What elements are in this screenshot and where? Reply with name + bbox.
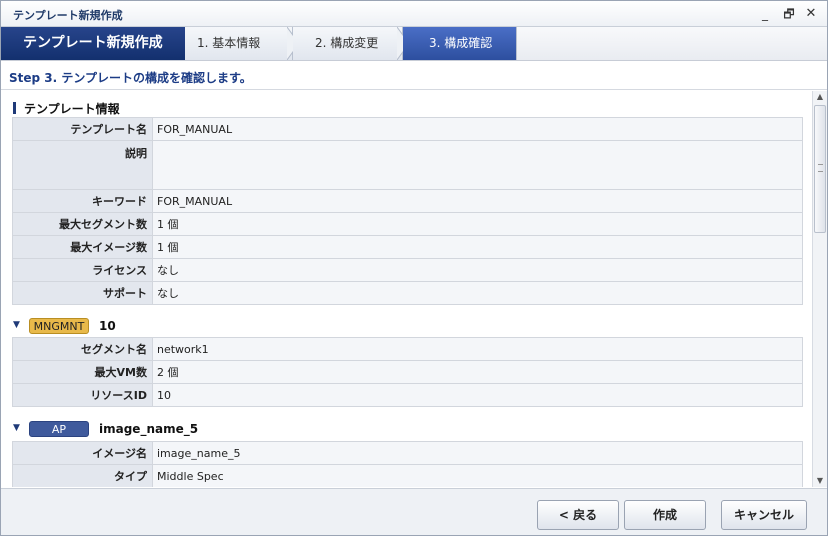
collapse-triangle-icon[interactable]: ▼ — [13, 423, 20, 433]
field-value: なし — [152, 281, 803, 305]
segment-type-badge: MNGMNT — [29, 318, 89, 334]
wizard-step-basic-info: 1. 基本情報 — [185, 27, 293, 60]
table-row: テンプレート名 FOR_MANUAL — [12, 117, 803, 141]
field-label: 最大セグメント数 — [12, 212, 153, 236]
template-create-window: テンプレート新規作成 _ 🗗 ✕ テンプレート新規作成 1. 基本情報 2. 構… — [0, 0, 828, 536]
image-group-header[interactable]: ▼ AP image_name_5 — [13, 421, 313, 437]
table-row: 最大セグメント数 1 個 — [12, 212, 803, 236]
dialog-footer: < 戻る 作成 キャンセル — [1, 488, 827, 535]
field-value: network1 — [152, 337, 803, 361]
title-bar: テンプレート新規作成 _ 🗗 ✕ — [1, 1, 827, 27]
table-row: セグメント名 network1 — [12, 337, 803, 361]
wizard-step-bar: テンプレート新規作成 1. 基本情報 2. 構成変更 3. 構成確認 — [1, 27, 827, 61]
field-value: FOR_MANUAL — [152, 117, 803, 141]
collapse-triangle-icon[interactable]: ▼ — [13, 320, 20, 330]
wizard-step-config-confirm: 3. 構成確認 — [403, 27, 517, 60]
template-info-table: テンプレート名 FOR_MANUAL 説明 キーワード FOR_MANUAL 最大セ… — [12, 117, 803, 305]
field-value — [152, 140, 803, 190]
field-value: 10 — [152, 383, 803, 407]
field-value: image_name_5 — [152, 441, 803, 465]
field-label: キーワード — [12, 189, 153, 213]
scroll-down-arrow-icon[interactable]: ▼ — [815, 476, 825, 486]
field-label: イメージ名 — [12, 441, 153, 465]
field-value: 1 個 — [152, 235, 803, 259]
step-description: Step 3. テンプレートの構成を確認します。 — [1, 62, 827, 90]
image-table: イメージ名 image_name_5 タイプ Middle Spec — [12, 441, 803, 487]
scroll-up-arrow-icon[interactable]: ▲ — [815, 92, 825, 102]
field-label: サポート — [12, 281, 153, 305]
table-row: 最大イメージ数 1 個 — [12, 235, 803, 259]
field-value: FOR_MANUAL — [152, 189, 803, 213]
back-button[interactable]: < 戻る — [537, 500, 619, 530]
wizard-title: テンプレート新規作成 — [1, 27, 185, 60]
grip-icon — [818, 164, 823, 172]
field-label: 説明 — [12, 140, 153, 190]
restore-icon[interactable]: 🗗 — [780, 5, 798, 23]
template-info-heading: テンプレート情報 — [13, 100, 120, 117]
table-row: イメージ名 image_name_5 — [12, 441, 803, 465]
cancel-button[interactable]: キャンセル — [721, 500, 807, 530]
segment-group-header[interactable]: ▼ MNGMNT 10 — [13, 318, 313, 334]
field-label: タイプ — [12, 464, 153, 487]
confirm-content: テンプレート情報 テンプレート名 FOR_MANUAL 説明 キーワード FOR_M… — [1, 91, 812, 487]
field-label: セグメント名 — [12, 337, 153, 361]
field-label: リソースID — [12, 383, 153, 407]
field-label: 最大VM数 — [12, 360, 153, 384]
field-label: テンプレート名 — [12, 117, 153, 141]
table-row: 説明 — [12, 140, 803, 190]
scroll-thumb[interactable] — [814, 105, 826, 233]
table-row: タイプ Middle Spec — [12, 464, 803, 487]
segment-table: セグメント名 network1 最大VM数 2 個 リソースID 10 — [12, 337, 803, 407]
field-value: 1 個 — [152, 212, 803, 236]
create-button[interactable]: 作成 — [624, 500, 706, 530]
field-value: Middle Spec — [152, 464, 803, 487]
table-row: リソースID 10 — [12, 383, 803, 407]
vertical-scrollbar[interactable]: ▲ ▼ — [812, 91, 827, 487]
field-value: なし — [152, 258, 803, 282]
image-name: image_name_5 — [99, 422, 199, 436]
field-value: 2 個 — [152, 360, 803, 384]
section-marker-icon — [13, 102, 16, 114]
template-info-title: テンプレート情報 — [24, 102, 120, 116]
close-icon[interactable]: ✕ — [802, 5, 820, 23]
segment-name: 10 — [99, 319, 116, 333]
wizard-step-config-change: 2. 構成変更 — [293, 27, 403, 60]
image-type-badge: AP — [29, 421, 89, 437]
table-row: キーワード FOR_MANUAL — [12, 189, 803, 213]
table-row: サポート なし — [12, 281, 803, 305]
minimize-icon[interactable]: _ — [756, 5, 774, 23]
window-title: テンプレート新規作成 — [13, 9, 123, 22]
table-row: ライセンス なし — [12, 258, 803, 282]
table-row: 最大VM数 2 個 — [12, 360, 803, 384]
field-label: 最大イメージ数 — [12, 235, 153, 259]
field-label: ライセンス — [12, 258, 153, 282]
